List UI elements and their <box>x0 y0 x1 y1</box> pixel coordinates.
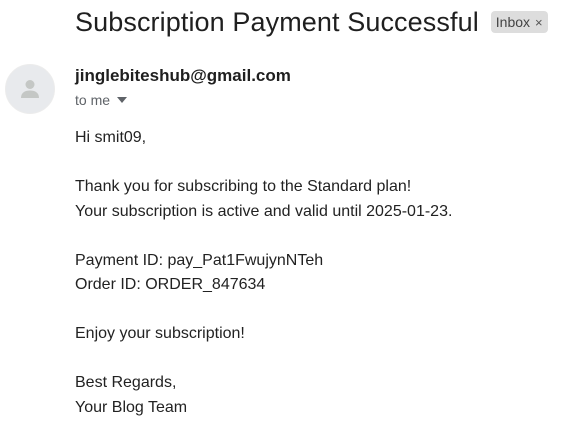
thank-you-text: Thank you for subscribing to the Standar… <box>75 178 412 195</box>
greeting-text: Hi smit09, <box>75 129 147 146</box>
email-body: Hi smit09, Thank you for subscribing to … <box>75 126 566 420</box>
validity-text: Your subscription is active and valid un… <box>75 202 453 220</box>
recipient-details-toggle[interactable]: to me <box>75 92 128 108</box>
avatar[interactable] <box>5 64 55 114</box>
inbox-label-chip[interactable]: Inbox × <box>490 11 548 33</box>
signature-text: Your Blog Team <box>75 398 188 416</box>
email-view: Subscription Payment Successful Inbox × … <box>0 0 576 437</box>
inbox-label-text: Inbox <box>495 14 531 30</box>
payment-id-text: Payment ID: pay_Pat1FwujynNTeh <box>75 251 324 269</box>
order-id-text: Order ID: ORDER_847634 <box>75 276 266 293</box>
closing-text: Enjoy your subscription! <box>75 325 245 342</box>
sender-email[interactable]: jinglebiteshub@gmail.com <box>75 66 291 86</box>
caret-down-icon[interactable] <box>117 97 128 103</box>
recipient-label: to me <box>75 92 111 108</box>
subject-row: Subscription Payment Successful Inbox × <box>75 4 566 40</box>
signoff-text: Best Regards, <box>75 374 177 391</box>
email-subject: Subscription Payment Successful <box>75 6 479 37</box>
person-icon <box>21 80 39 98</box>
close-icon[interactable]: × <box>535 16 543 29</box>
